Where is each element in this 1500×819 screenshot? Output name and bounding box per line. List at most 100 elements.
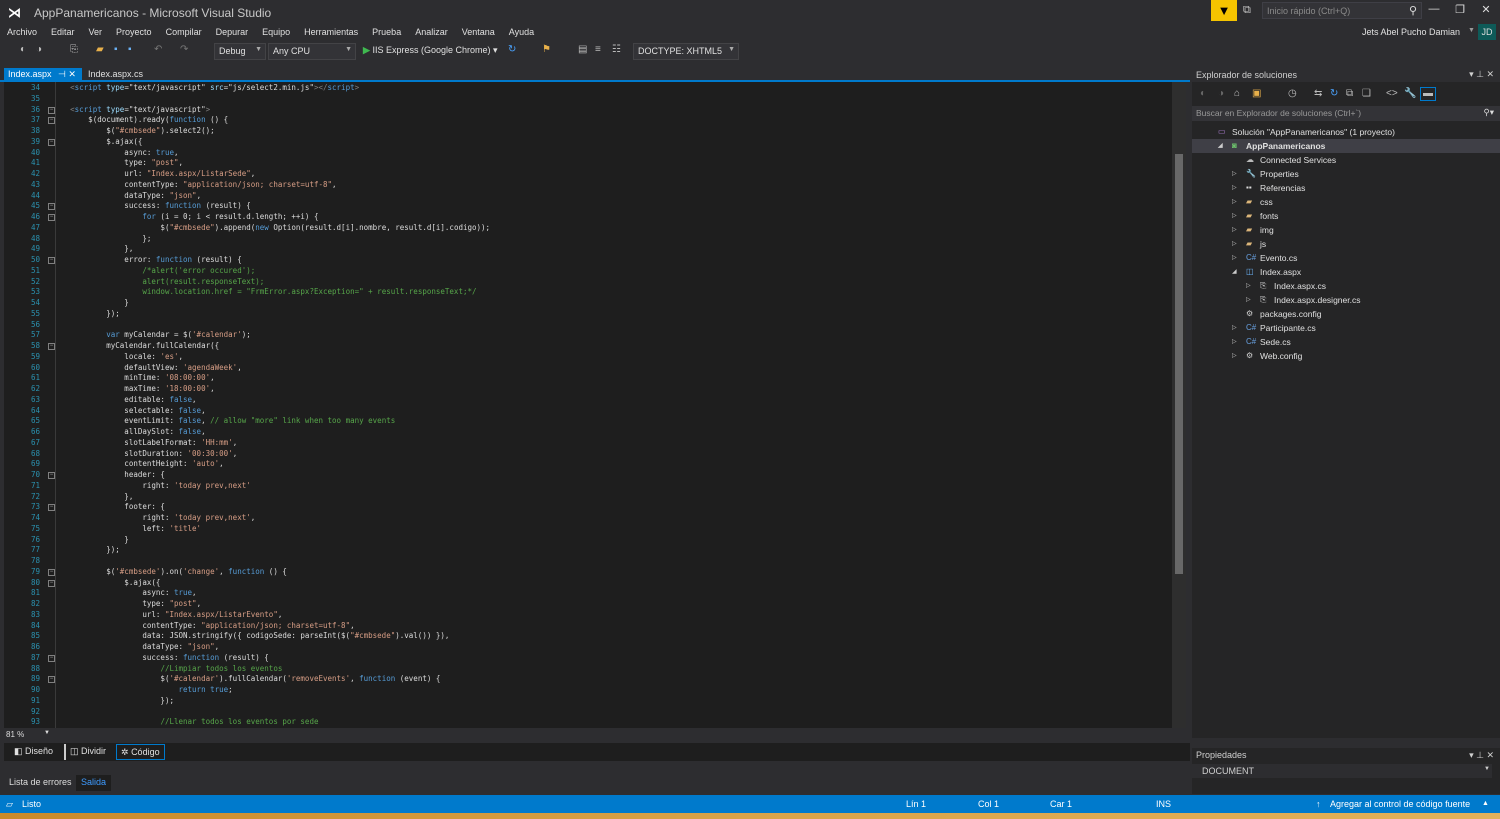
collapsed-arrow-icon[interactable]: ▷ [1232, 209, 1237, 223]
tree-item[interactable]: ▷ ▰ js [1192, 237, 1500, 251]
back-icon[interactable]: ◐ [20, 44, 26, 55]
chevron-up-icon[interactable]: ▲ [1482, 800, 1489, 807]
back-icon[interactable]: ◐ [1200, 88, 1206, 99]
forward-icon[interactable]: ◑ [1218, 88, 1224, 99]
design-view-button[interactable]: ◧ Diseño [10, 744, 57, 760]
tree-item[interactable]: ▭ Solución "AppPanamericanos" (1 proyecto… [1192, 125, 1500, 139]
pin-icon[interactable]: ⊣ [58, 69, 66, 79]
tree-item[interactable]: ▷ ⎘ Index.aspx.designer.cs [1192, 293, 1500, 307]
tab-index-aspx[interactable]: Index.aspx ⊣ ✕ [4, 68, 82, 82]
avatar[interactable]: JD [1478, 24, 1496, 40]
restore-button[interactable]: ❐ [1450, 3, 1470, 16]
properties-wrench-icon[interactable]: 🔧 [1404, 88, 1416, 99]
expanded-arrow-icon[interactable]: ◢ [1218, 139, 1223, 153]
tree-item[interactable]: ◢ ◙ AppPanamericanos [1192, 139, 1500, 153]
tree-item[interactable]: ▷ C# Evento.cs [1192, 251, 1500, 265]
code-editor[interactable]: 34 <script type="text/javascript" src="j… [4, 82, 1172, 728]
tree-item[interactable]: ▷ ▰ fonts [1192, 209, 1500, 223]
split-view-button[interactable]: ◫ Dividir [64, 744, 110, 760]
view-code-icon[interactable]: <> [1386, 88, 1398, 99]
panel-window-controls[interactable]: ▾ ⊥ ✕ [1469, 69, 1494, 80]
menu-compilar[interactable]: Compilar [159, 24, 209, 40]
tree-item[interactable]: ▷ C# Participante.cs [1192, 321, 1500, 335]
format-icon[interactable]: ≡ [595, 44, 601, 55]
tab-error-list[interactable]: Lista de errores [4, 775, 77, 791]
menu-equipo[interactable]: Equipo [255, 24, 297, 40]
show-all-files-icon[interactable]: ❏ [1362, 88, 1371, 99]
doctype-select[interactable]: DOCTYPE: XHTML5 ▼ [633, 43, 739, 60]
save-icon[interactable]: ▪ [114, 44, 118, 55]
tab-index-aspx-cs[interactable]: Index.aspx.cs [84, 68, 147, 82]
tree-item[interactable]: ⚙ packages.config [1192, 307, 1500, 321]
menu-editar[interactable]: Editar [44, 24, 82, 40]
chevron-down-icon[interactable]: ▼ [1468, 27, 1475, 34]
zoom-level[interactable]: 81 % [6, 730, 24, 739]
menu-proyecto[interactable]: Proyecto [109, 24, 159, 40]
solution-search-input[interactable]: Buscar en Explorador de soluciones (Ctrl… [1192, 106, 1500, 121]
switch-views-icon[interactable]: ▣ [1252, 88, 1261, 99]
refresh-icon[interactable]: ↻ [1330, 88, 1338, 99]
tree-item[interactable]: ▷ ▰ css [1192, 195, 1500, 209]
tree-item[interactable]: ▷ C# Sede.cs [1192, 335, 1500, 349]
close-button[interactable]: ✕ [1476, 3, 1496, 16]
tree-item[interactable]: ▷ ⚙ Web.config [1192, 349, 1500, 363]
tree-item[interactable]: ☁ Connected Services [1192, 153, 1500, 167]
comment-icon[interactable]: ☷ [612, 44, 621, 55]
collapsed-arrow-icon[interactable]: ▷ [1232, 195, 1237, 209]
quick-launch-input[interactable]: Inicio rápido (Ctrl+Q) ⚲ [1262, 2, 1422, 19]
undo-icon[interactable]: ↶ [154, 44, 162, 55]
collapsed-arrow-icon[interactable]: ▷ [1232, 181, 1237, 195]
collapsed-arrow-icon[interactable]: ▷ [1246, 293, 1251, 307]
save-all-icon[interactable]: ▪ [128, 44, 132, 55]
refresh-icon[interactable]: ↻ [508, 44, 516, 55]
panel-window-controls[interactable]: ▾ ⊥ ✕ [1469, 750, 1494, 761]
minimize-button[interactable]: — [1424, 3, 1444, 15]
vertical-scrollbar[interactable] [1172, 82, 1186, 728]
collapsed-arrow-icon[interactable]: ▷ [1232, 237, 1237, 251]
feedback-icon[interactable]: ⧉ [1243, 4, 1251, 17]
tree-item[interactable]: ◢ ◫ Index.aspx [1192, 265, 1500, 279]
menu-analizar[interactable]: Analizar [408, 24, 455, 40]
document-icon[interactable]: ▤ [578, 44, 587, 55]
platform-select[interactable]: Any CPU ▼ [268, 43, 356, 60]
collapsed-arrow-icon[interactable]: ▷ [1232, 321, 1237, 335]
tree-item[interactable]: ▷ 🔧 Properties [1192, 167, 1500, 181]
notifications-filter-icon[interactable]: ▼ [1211, 0, 1237, 21]
add-to-source-control[interactable]: Agregar al control de código fuente [1330, 799, 1470, 809]
menu-ventana[interactable]: Ventana [455, 24, 502, 40]
collapsed-arrow-icon[interactable]: ▷ [1232, 223, 1237, 237]
preview-icon[interactable]: ▬ [1420, 87, 1436, 101]
expanded-arrow-icon[interactable]: ◢ [1232, 265, 1237, 279]
collapse-all-icon[interactable]: ⧉ [1346, 88, 1353, 99]
properties-object-select[interactable]: DOCUMENT ▼ [1192, 764, 1492, 778]
configuration-select[interactable]: Debug ▼ [214, 43, 266, 60]
open-file-icon[interactable]: ▰ [96, 44, 104, 55]
upload-icon[interactable]: ↑ [1316, 799, 1321, 809]
new-project-icon[interactable]: ⎘ [70, 44, 78, 55]
tree-item[interactable]: ▷ ▰ img [1192, 223, 1500, 237]
menu-ayuda[interactable]: Ayuda [502, 24, 541, 40]
find-in-files-icon[interactable]: ⚑ [542, 44, 551, 55]
collapsed-arrow-icon[interactable]: ▷ [1246, 279, 1251, 293]
tree-item[interactable]: ▷ ⎘ Index.aspx.cs [1192, 279, 1500, 293]
redo-icon[interactable]: ↷ [180, 44, 188, 55]
collapsed-arrow-icon[interactable]: ▷ [1232, 349, 1237, 363]
menu-depurar[interactable]: Depurar [209, 24, 256, 40]
forward-icon[interactable]: ◑ [36, 44, 42, 55]
menu-archivo[interactable]: Archivo [0, 24, 44, 40]
close-icon[interactable]: ✕ [68, 69, 76, 79]
user-name[interactable]: Jets Abel Pucho Damian [1362, 27, 1460, 37]
pending-changes-icon[interactable]: ◷ [1288, 88, 1297, 99]
run-button[interactable]: ▶ IIS Express (Google Chrome) ▾ [363, 45, 498, 56]
menu-herramientas[interactable]: Herramientas [297, 24, 365, 40]
menu-ver[interactable]: Ver [82, 24, 110, 40]
scrollbar-thumb[interactable] [1175, 154, 1183, 574]
menu-prueba[interactable]: Prueba [365, 24, 408, 40]
chevron-down-icon[interactable]: ▼ [44, 730, 50, 736]
collapsed-arrow-icon[interactable]: ▷ [1232, 167, 1237, 181]
sync-icon[interactable]: ⇆ [1314, 88, 1322, 99]
tree-item[interactable]: ▷ ▪▪ Referencias [1192, 181, 1500, 195]
collapsed-arrow-icon[interactable]: ▷ [1232, 335, 1237, 349]
home-icon[interactable]: ⌂ [1234, 88, 1240, 99]
tab-output[interactable]: Salida [76, 775, 112, 791]
